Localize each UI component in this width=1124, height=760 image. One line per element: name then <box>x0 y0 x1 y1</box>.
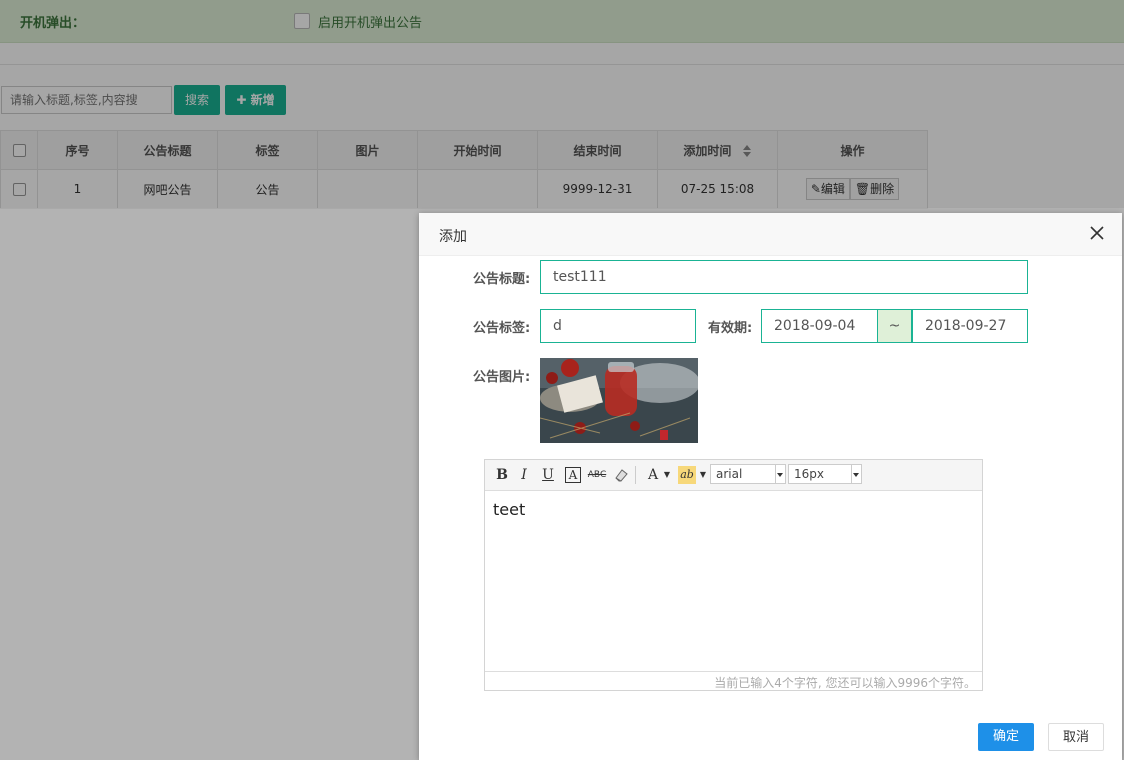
editor-toolbar: B I U A ABC A ▼ ab ▼ arial 16px <box>485 460 982 491</box>
date-range-separator: ~ <box>877 309 912 343</box>
image-thumbnail <box>540 358 698 443</box>
italic-button[interactable]: I <box>517 466 531 484</box>
announcement-image[interactable] <box>540 358 698 443</box>
strikethrough-button[interactable]: ABC <box>587 466 607 484</box>
valid-period-label: 有效期: <box>708 321 753 336</box>
cancel-button[interactable]: 取消 <box>1048 723 1104 751</box>
underline-button[interactable]: U <box>541 466 555 484</box>
dialog-header: 添加 <box>419 213 1122 256</box>
start-date-input[interactable] <box>761 309 878 343</box>
rich-text-editor: B I U A ABC A ▼ ab ▼ arial 16px teet 当前已… <box>484 459 983 691</box>
chevron-down-icon <box>775 465 785 483</box>
close-icon[interactable] <box>1089 225 1105 241</box>
title-label: 公告标题: <box>473 272 531 287</box>
font-border-button[interactable]: A <box>565 467 581 483</box>
modal-backdrop-top <box>0 0 1124 208</box>
image-label: 公告图片: <box>473 370 531 385</box>
highlight-dropdown-icon[interactable]: ▼ <box>699 466 707 484</box>
char-count-text: 当前已输入4个字符, 您还可以输入9996个字符。 <box>714 676 976 690</box>
tag-label: 公告标签: <box>473 321 531 336</box>
font-family-select[interactable]: arial <box>710 464 786 484</box>
end-date-input[interactable] <box>912 309 1028 343</box>
confirm-button[interactable]: 确定 <box>978 723 1034 751</box>
editor-content[interactable]: teet <box>493 500 525 519</box>
dialog-title: 添加 <box>439 229 467 245</box>
add-dialog: 添加 公告标题: 公告标签: 有效期: ~ 公告图片: B I <box>419 213 1122 760</box>
font-color-dropdown-icon[interactable]: ▼ <box>663 466 671 484</box>
toolbar-separator <box>635 466 636 484</box>
highlight-button[interactable]: ab <box>678 466 696 484</box>
font-family-value: arial <box>716 467 743 481</box>
font-color-button[interactable]: A <box>645 466 661 484</box>
editor-statusbar: 当前已输入4个字符, 您还可以输入9996个字符。 <box>485 671 982 691</box>
font-size-select[interactable]: 16px <box>788 464 862 484</box>
tag-input[interactable] <box>540 309 696 343</box>
chevron-down-icon <box>851 465 861 483</box>
title-input[interactable] <box>540 260 1028 294</box>
font-size-value: 16px <box>794 467 824 481</box>
bold-button[interactable]: B <box>495 466 509 484</box>
eraser-icon[interactable] <box>613 467 629 483</box>
